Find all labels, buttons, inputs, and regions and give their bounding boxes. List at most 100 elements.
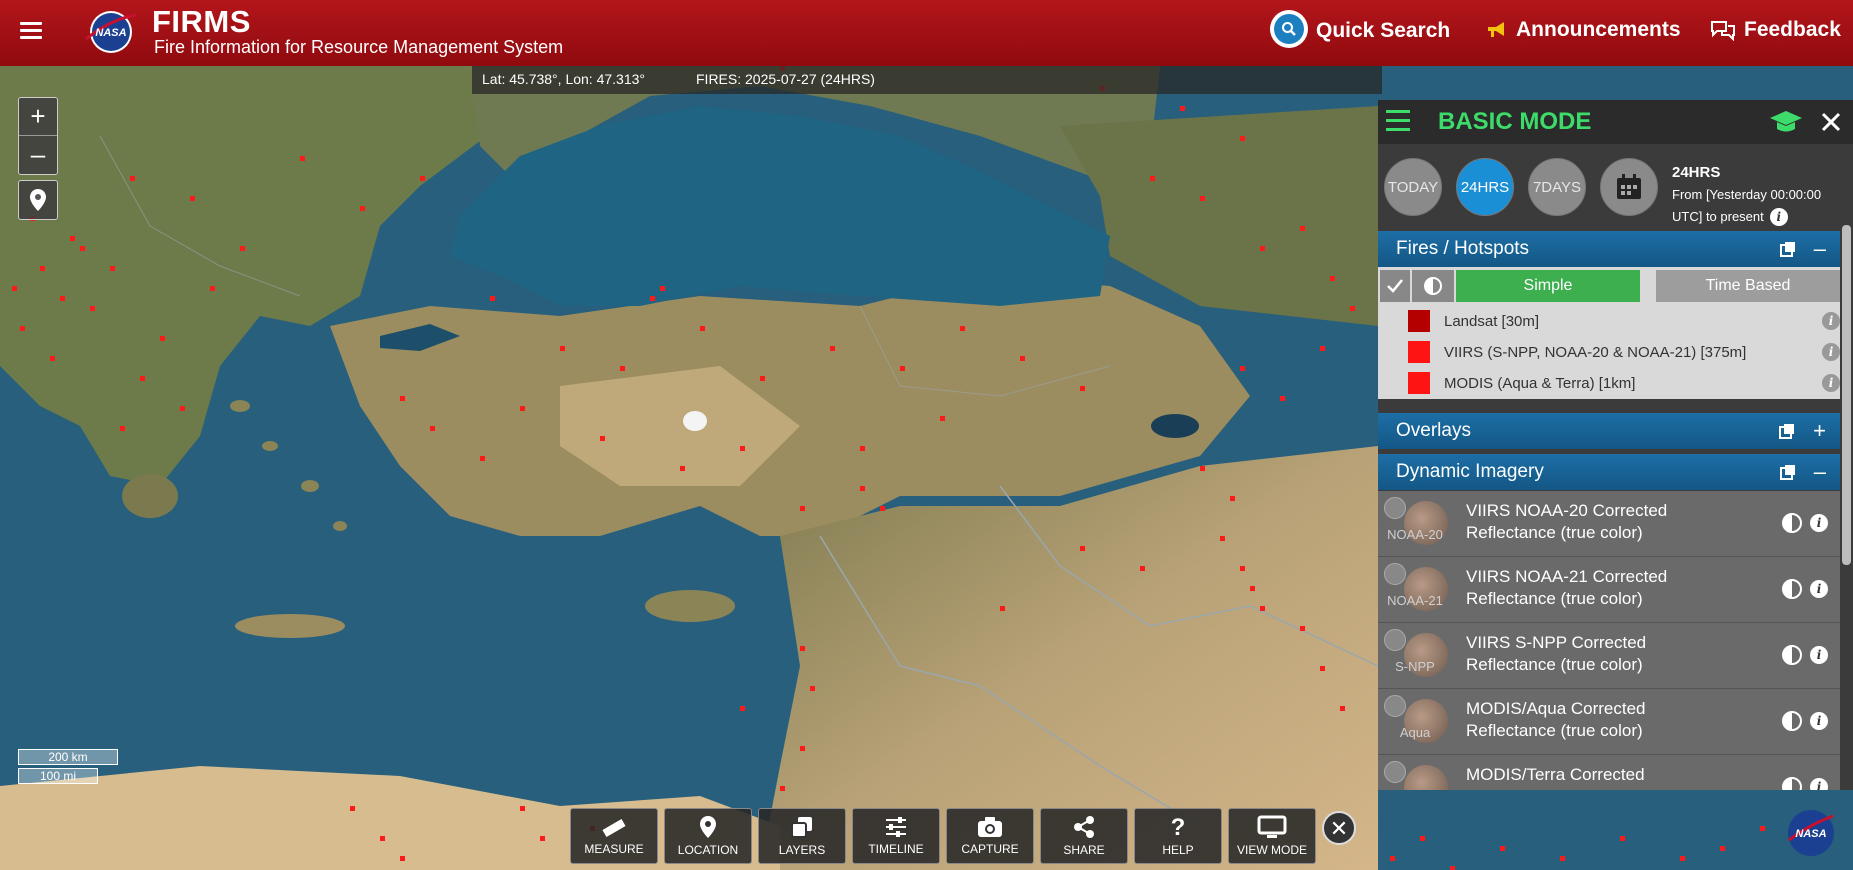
collapse-icon[interactable]: – — [1814, 454, 1826, 490]
contrast-icon[interactable] — [1782, 513, 1802, 533]
time-7days-button[interactable]: 7DAYS — [1528, 158, 1586, 216]
sliders-icon — [886, 817, 906, 837]
location-label: LOCATION — [677, 843, 739, 857]
toolbar-close-button[interactable]: ✕ — [1322, 811, 1356, 845]
overlays-header[interactable]: Overlays + — [1378, 413, 1840, 449]
view-mode-button[interactable]: VIEW MODE — [1228, 808, 1316, 864]
info-icon[interactable]: i — [1822, 374, 1840, 392]
imagery-item-snpp[interactable]: S-NPP VIIRS S-NPP Corrected Reflectance (… — [1378, 623, 1840, 689]
fire-layer-viirs[interactable]: VIIRS (S-NPP, NOAA-20 & NOAA-21) [375m] … — [1408, 338, 1840, 366]
fires-hotspots-header[interactable]: Fires / Hotspots – — [1378, 231, 1840, 267]
mode-simple-button[interactable]: Simple — [1456, 270, 1640, 302]
collapse-icon[interactable]: – — [1814, 231, 1826, 267]
info-icon[interactable]: i — [1822, 343, 1840, 361]
svg-text:?: ? — [1171, 815, 1186, 839]
scale-mi: 100 mi — [18, 768, 98, 784]
search-icon — [1270, 10, 1308, 48]
camera-icon — [978, 817, 1002, 837]
imagery-item-terra[interactable]: MODIS/Terra Corrected i — [1378, 755, 1840, 790]
zoom-out-button[interactable]: – — [19, 136, 57, 173]
expand-icon[interactable]: + — [1813, 413, 1826, 449]
popout-icon[interactable] — [1779, 464, 1796, 480]
imagery-checkbox[interactable] — [1384, 563, 1406, 585]
opacity-toggle[interactable] — [1412, 270, 1454, 302]
help-button[interactable]: ? HELP — [1134, 808, 1222, 864]
imagery-checkbox[interactable] — [1384, 695, 1406, 717]
contrast-icon[interactable] — [1782, 777, 1802, 790]
feedback-button[interactable]: Feedback — [1710, 18, 1841, 42]
calendar-button[interactable] — [1600, 158, 1658, 216]
close-icon[interactable] — [1821, 112, 1841, 132]
fire-layer-label: Landsat [30m] — [1444, 312, 1540, 330]
fires-hotspots-title: Fires / Hotspots — [1396, 238, 1530, 259]
share-icon — [1074, 816, 1094, 838]
location-button[interactable]: LOCATION — [664, 808, 752, 864]
bottom-toolbar: MEASURE LOCATION LAYERS TIMELINE CAPTURE… — [570, 808, 1316, 864]
fires-hotspots-body: Simple Time Based Landsat [30m] i VIIRS … — [1378, 267, 1840, 399]
map-pin-icon — [700, 816, 716, 838]
panel-scrollbar[interactable] — [1842, 225, 1851, 565]
cursor-coordinates: Lat: 45.738°, Lon: 47.313° — [482, 71, 645, 87]
dynamic-imagery-title: Dynamic Imagery — [1396, 461, 1544, 482]
coordinate-bar: Lat: 45.738°, Lon: 47.313° FIRES: 2025-0… — [472, 66, 1382, 94]
select-all-checkbox[interactable] — [1380, 270, 1410, 302]
graduation-cap-icon[interactable] — [1768, 108, 1804, 136]
brand-title: FIRMS — [152, 4, 251, 39]
popout-icon[interactable] — [1779, 241, 1796, 257]
view-mode-label: VIEW MODE — [1236, 843, 1307, 857]
info-icon[interactable]: i — [1810, 778, 1828, 790]
time-range-info: 24HRS From [Yesterday 00:00:00 UTC] to p… — [1672, 162, 1821, 228]
contrast-icon[interactable] — [1782, 579, 1802, 599]
question-icon: ? — [1171, 815, 1186, 839]
imagery-item-noaa21[interactable]: NOAA-21 VIIRS NOAA-21 Corrected Reflectan… — [1378, 557, 1840, 623]
layer-swatch — [1408, 341, 1430, 363]
info-icon[interactable]: i — [1810, 580, 1828, 598]
imagery-tag: NOAA-21 — [1387, 593, 1443, 608]
timeline-button[interactable]: TIMELINE — [852, 808, 940, 864]
capture-label: CAPTURE — [961, 842, 1019, 856]
chat-bubbles-icon — [1711, 21, 1735, 41]
time-24hrs-button[interactable]: 24HRS — [1456, 158, 1514, 216]
quick-search-button[interactable]: Quick Search — [1270, 10, 1450, 48]
time-range-desc-1: From [Yesterday 00:00:00 — [1672, 187, 1822, 202]
fire-layer-label: VIIRS (S-NPP, NOAA-20 & NOAA-21) [375m] — [1444, 343, 1747, 361]
panel-menu-icon[interactable] — [1386, 110, 1410, 131]
imagery-thumbnail — [1404, 765, 1448, 790]
info-icon[interactable]: i — [1810, 646, 1828, 664]
imagery-label: MODIS/Aqua Corrected Reflectance (true co… — [1466, 699, 1646, 740]
imagery-checkbox[interactable] — [1384, 761, 1406, 783]
info-icon[interactable]: i — [1769, 208, 1788, 226]
capture-button[interactable]: CAPTURE — [946, 808, 1034, 864]
share-button[interactable]: SHARE — [1040, 808, 1128, 864]
time-range-desc-2: UTC] to present — [1672, 209, 1764, 224]
imagery-item-aqua[interactable]: Aqua MODIS/Aqua Corrected Reflectance (tr… — [1378, 689, 1840, 755]
measure-button[interactable]: MEASURE — [570, 808, 658, 864]
fire-layer-label: MODIS (Aqua & Terra) [1km] — [1444, 374, 1636, 392]
time-today-button[interactable]: TODAY — [1384, 158, 1442, 216]
fire-layer-modis[interactable]: MODIS (Aqua & Terra) [1km] i — [1408, 369, 1840, 397]
imagery-item-noaa20[interactable]: NOAA-20 VIIRS NOAA-20 Corrected Reflectan… — [1378, 491, 1840, 557]
nasa-meatball-logo: NASA — [1788, 810, 1834, 856]
mode-time-based-button[interactable]: Time Based — [1656, 270, 1840, 302]
layer-swatch — [1408, 310, 1430, 332]
my-location-button[interactable] — [18, 180, 58, 220]
overlays-title: Overlays — [1396, 420, 1471, 441]
layers-button[interactable]: LAYERS — [758, 808, 846, 864]
info-icon[interactable]: i — [1822, 312, 1840, 330]
layer-swatch — [1408, 372, 1430, 394]
nasa-logo: NASA — [85, 11, 137, 53]
info-icon[interactable]: i — [1810, 712, 1828, 730]
announcements-button[interactable]: Announcements — [1486, 18, 1681, 42]
imagery-checkbox[interactable] — [1384, 497, 1406, 519]
fire-layer-landsat[interactable]: Landsat [30m] i — [1408, 307, 1840, 335]
info-icon[interactable]: i — [1810, 514, 1828, 532]
imagery-checkbox[interactable] — [1384, 629, 1406, 651]
contrast-icon[interactable] — [1782, 645, 1802, 665]
dynamic-imagery-header[interactable]: Dynamic Imagery – — [1378, 454, 1840, 490]
popout-icon[interactable] — [1779, 423, 1795, 439]
contrast-icon[interactable] — [1782, 711, 1802, 731]
zoom-in-button[interactable]: + — [19, 98, 57, 136]
monitor-icon — [1257, 815, 1287, 838]
hamburger-icon[interactable] — [20, 22, 42, 40]
imagery-label: VIIRS NOAA-20 Corrected Reflectance (true… — [1466, 501, 1668, 542]
